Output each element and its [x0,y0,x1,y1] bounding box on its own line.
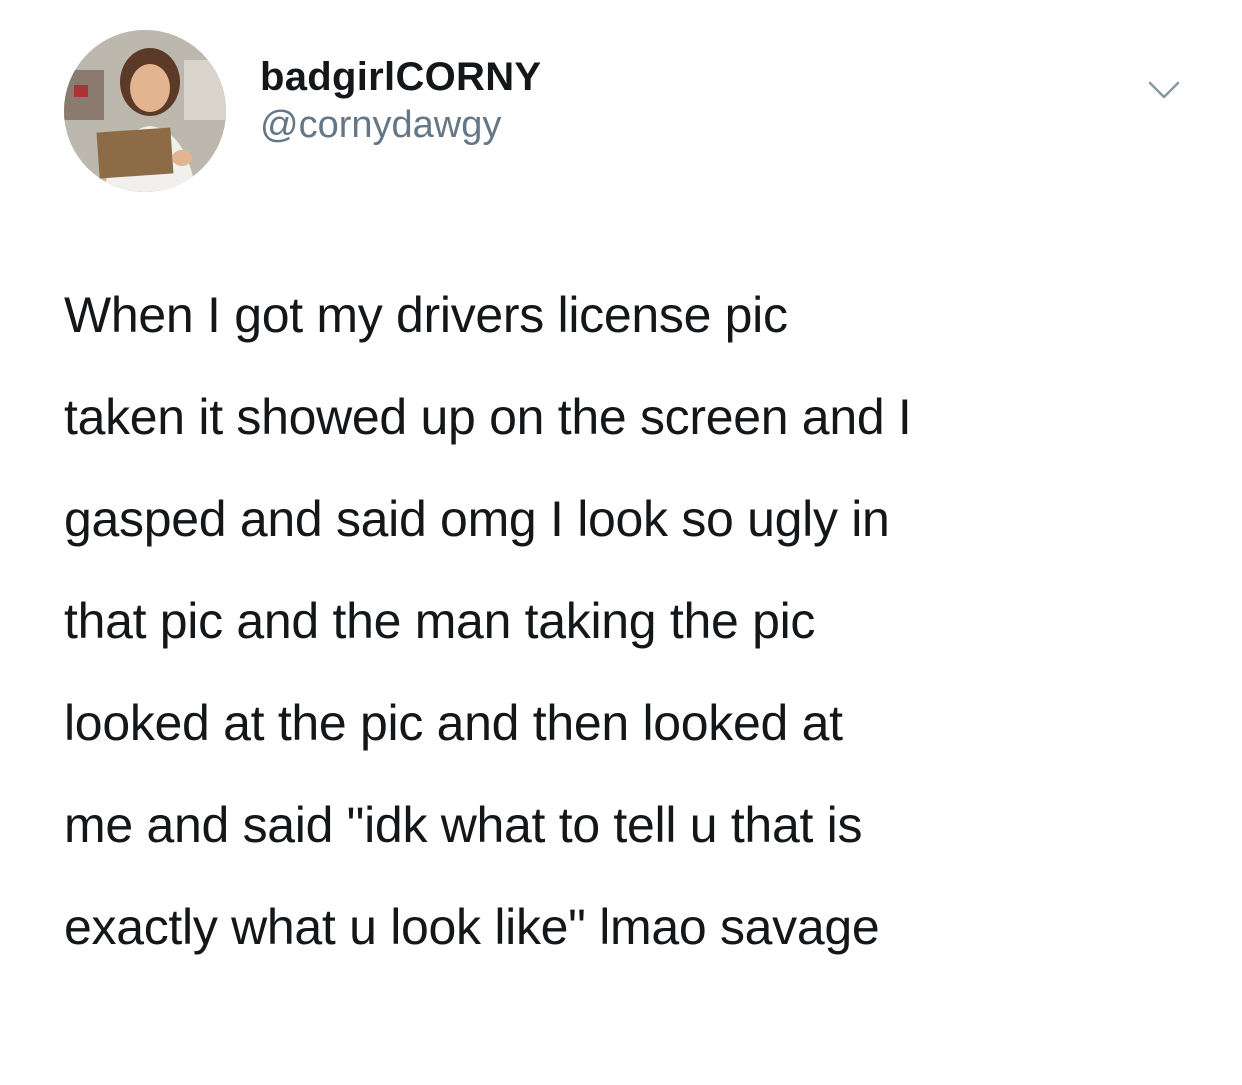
tweet-text-line: that pic and the man taking the pic [64,593,816,649]
tweet-text-line: looked at the pic and then looked at [64,695,843,751]
tweet-text: When I got my drivers license pic taken … [64,264,1174,978]
author-names: badgirlCORNY @cornydawgy [260,54,541,148]
profile-photo-icon [64,30,226,192]
author-display-name[interactable]: badgirlCORNY [260,54,541,100]
author-handle[interactable]: @cornydawgy [260,102,541,148]
tweet-text-line: exactly what u look like" lmao savage [64,899,880,955]
tweet-text-line: me and said "idk what to tell u that is [64,797,863,853]
tweet-text-line: taken it showed up on the screen and I [64,389,912,445]
tweet-header: badgirlCORNY @cornydawgy [64,30,1194,200]
tweet-text-line: When I got my drivers license pic [64,287,788,343]
chevron-down-icon [1148,81,1180,99]
tweet-card: badgirlCORNY @cornydawgy When I got my d… [0,0,1242,1085]
tweet-text-line: gasped and said omg I look so ugly in [64,491,890,547]
avatar[interactable] [64,30,226,192]
tweet-menu-button[interactable] [1146,78,1182,102]
